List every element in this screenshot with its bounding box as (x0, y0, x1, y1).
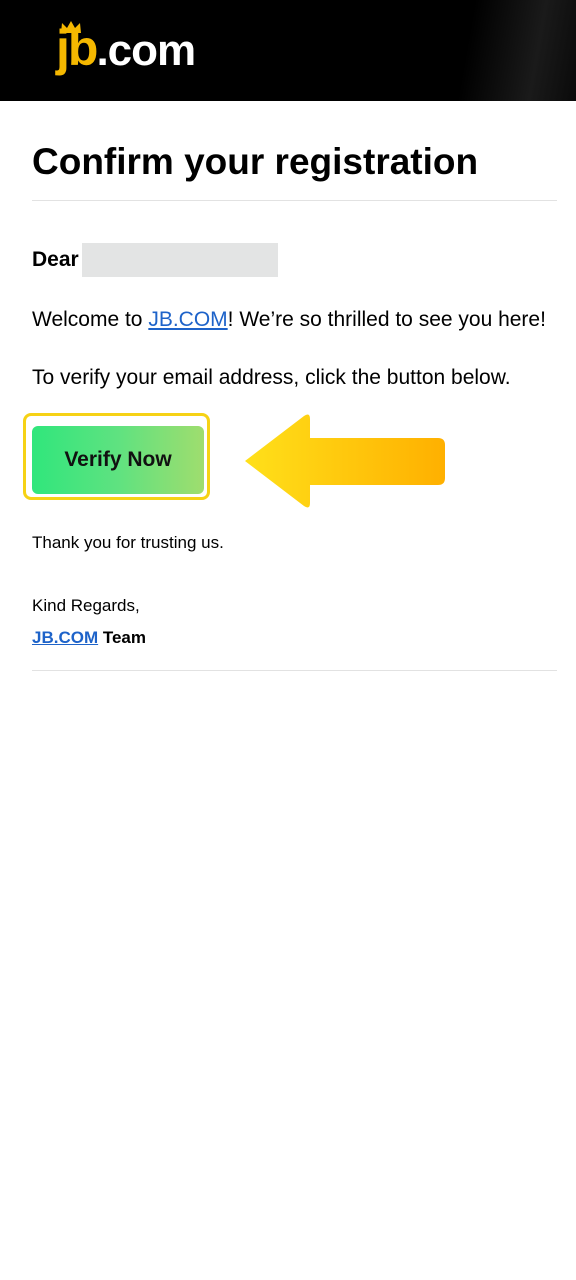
redacted-recipient-name (81, 243, 278, 277)
crown-icon (61, 21, 81, 33)
thanks-text: Thank you for trusting us. (32, 533, 224, 552)
signature-jbcom-link[interactable]: JB.COM (32, 628, 98, 647)
jb-logo[interactable]: jb.com (56, 18, 196, 78)
signature: JB.COM Team (32, 627, 146, 649)
verify-now-button[interactable]: Verify Now (32, 426, 204, 494)
logo-domain-text: .com (96, 26, 196, 75)
regards-text: Kind Regards, (32, 596, 140, 615)
welcome-prefix: Welcome to (32, 308, 149, 331)
email-header: jb.com (0, 0, 576, 101)
verify-instruction: To verify your email address, click the … (32, 366, 511, 389)
jbcom-link[interactable]: JB.COM (148, 308, 227, 331)
footer-divider (32, 670, 557, 671)
greeting: Dear (32, 242, 278, 278)
greeting-text: Dear (32, 248, 79, 271)
welcome-paragraph: Welcome to JB.COM! We’re so thrilled to … (32, 306, 546, 334)
arrow-left-icon (245, 414, 445, 508)
welcome-suffix: ! We’re so thrilled to see you here! (227, 308, 546, 331)
title-divider (32, 200, 557, 201)
email-title: Confirm your registration (32, 141, 479, 182)
signature-team-text: Team (98, 628, 146, 647)
